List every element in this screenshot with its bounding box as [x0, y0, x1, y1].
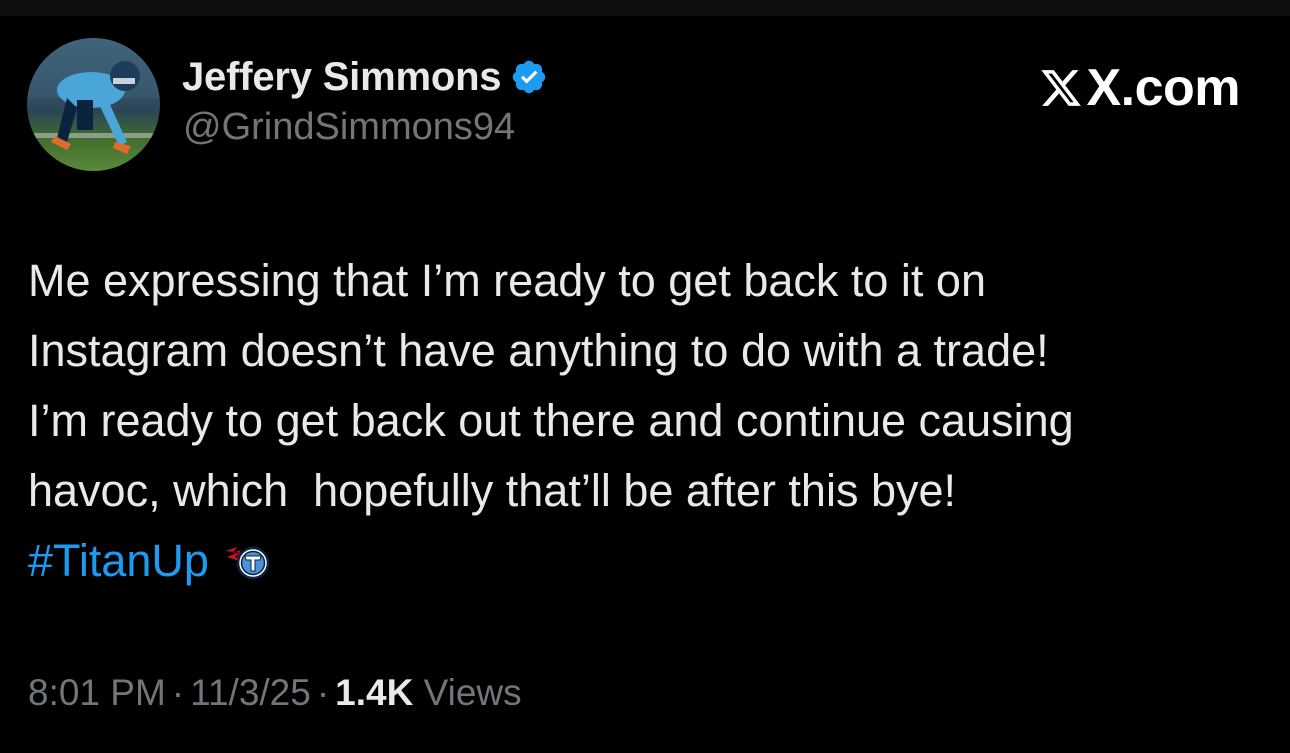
hashtag-row: #TitanUp — [28, 526, 1258, 596]
views-label: Views — [423, 672, 522, 713]
meta-separator: · — [171, 672, 185, 713]
meta-separator: · — [316, 672, 330, 713]
brand-watermark: X.com — [1039, 58, 1240, 118]
titans-logo-icon — [223, 541, 273, 581]
tweet-line: Me expressing that I’m ready to get back… — [28, 255, 986, 306]
verified-badge-icon — [510, 58, 548, 96]
hashtag-link[interactable]: #TitanUp — [28, 535, 209, 587]
top-bar — [0, 0, 1290, 16]
display-name[interactable]: Jeffery Simmons — [182, 55, 502, 100]
football-player-avatar-image — [27, 38, 160, 171]
tweet-time[interactable]: 8:01 PM — [28, 672, 166, 714]
avatar[interactable] — [27, 38, 160, 171]
x-logo-icon — [1039, 66, 1083, 110]
views-count: 1.4K — [335, 672, 414, 713]
author-handle[interactable]: @GrindSimmons94 — [183, 106, 515, 149]
tweet-date[interactable]: 11/3/25 — [190, 672, 311, 714]
tweet-line: I’m ready to get back out there and cont… — [28, 395, 1074, 446]
tweet-line: Instagram doesn’t have anything to do wi… — [28, 325, 1049, 376]
tweet-line: havoc, which hopefully that’ll be after … — [28, 465, 957, 516]
brand-label: X.com — [1086, 59, 1240, 117]
tweet-meta: 8:01 PM · 11/3/25 · 1.4K Views — [28, 672, 522, 714]
tweet-text: Me expressing that I’m ready to get back… — [28, 246, 1258, 596]
author-name-row[interactable]: Jeffery Simmons — [182, 52, 548, 102]
